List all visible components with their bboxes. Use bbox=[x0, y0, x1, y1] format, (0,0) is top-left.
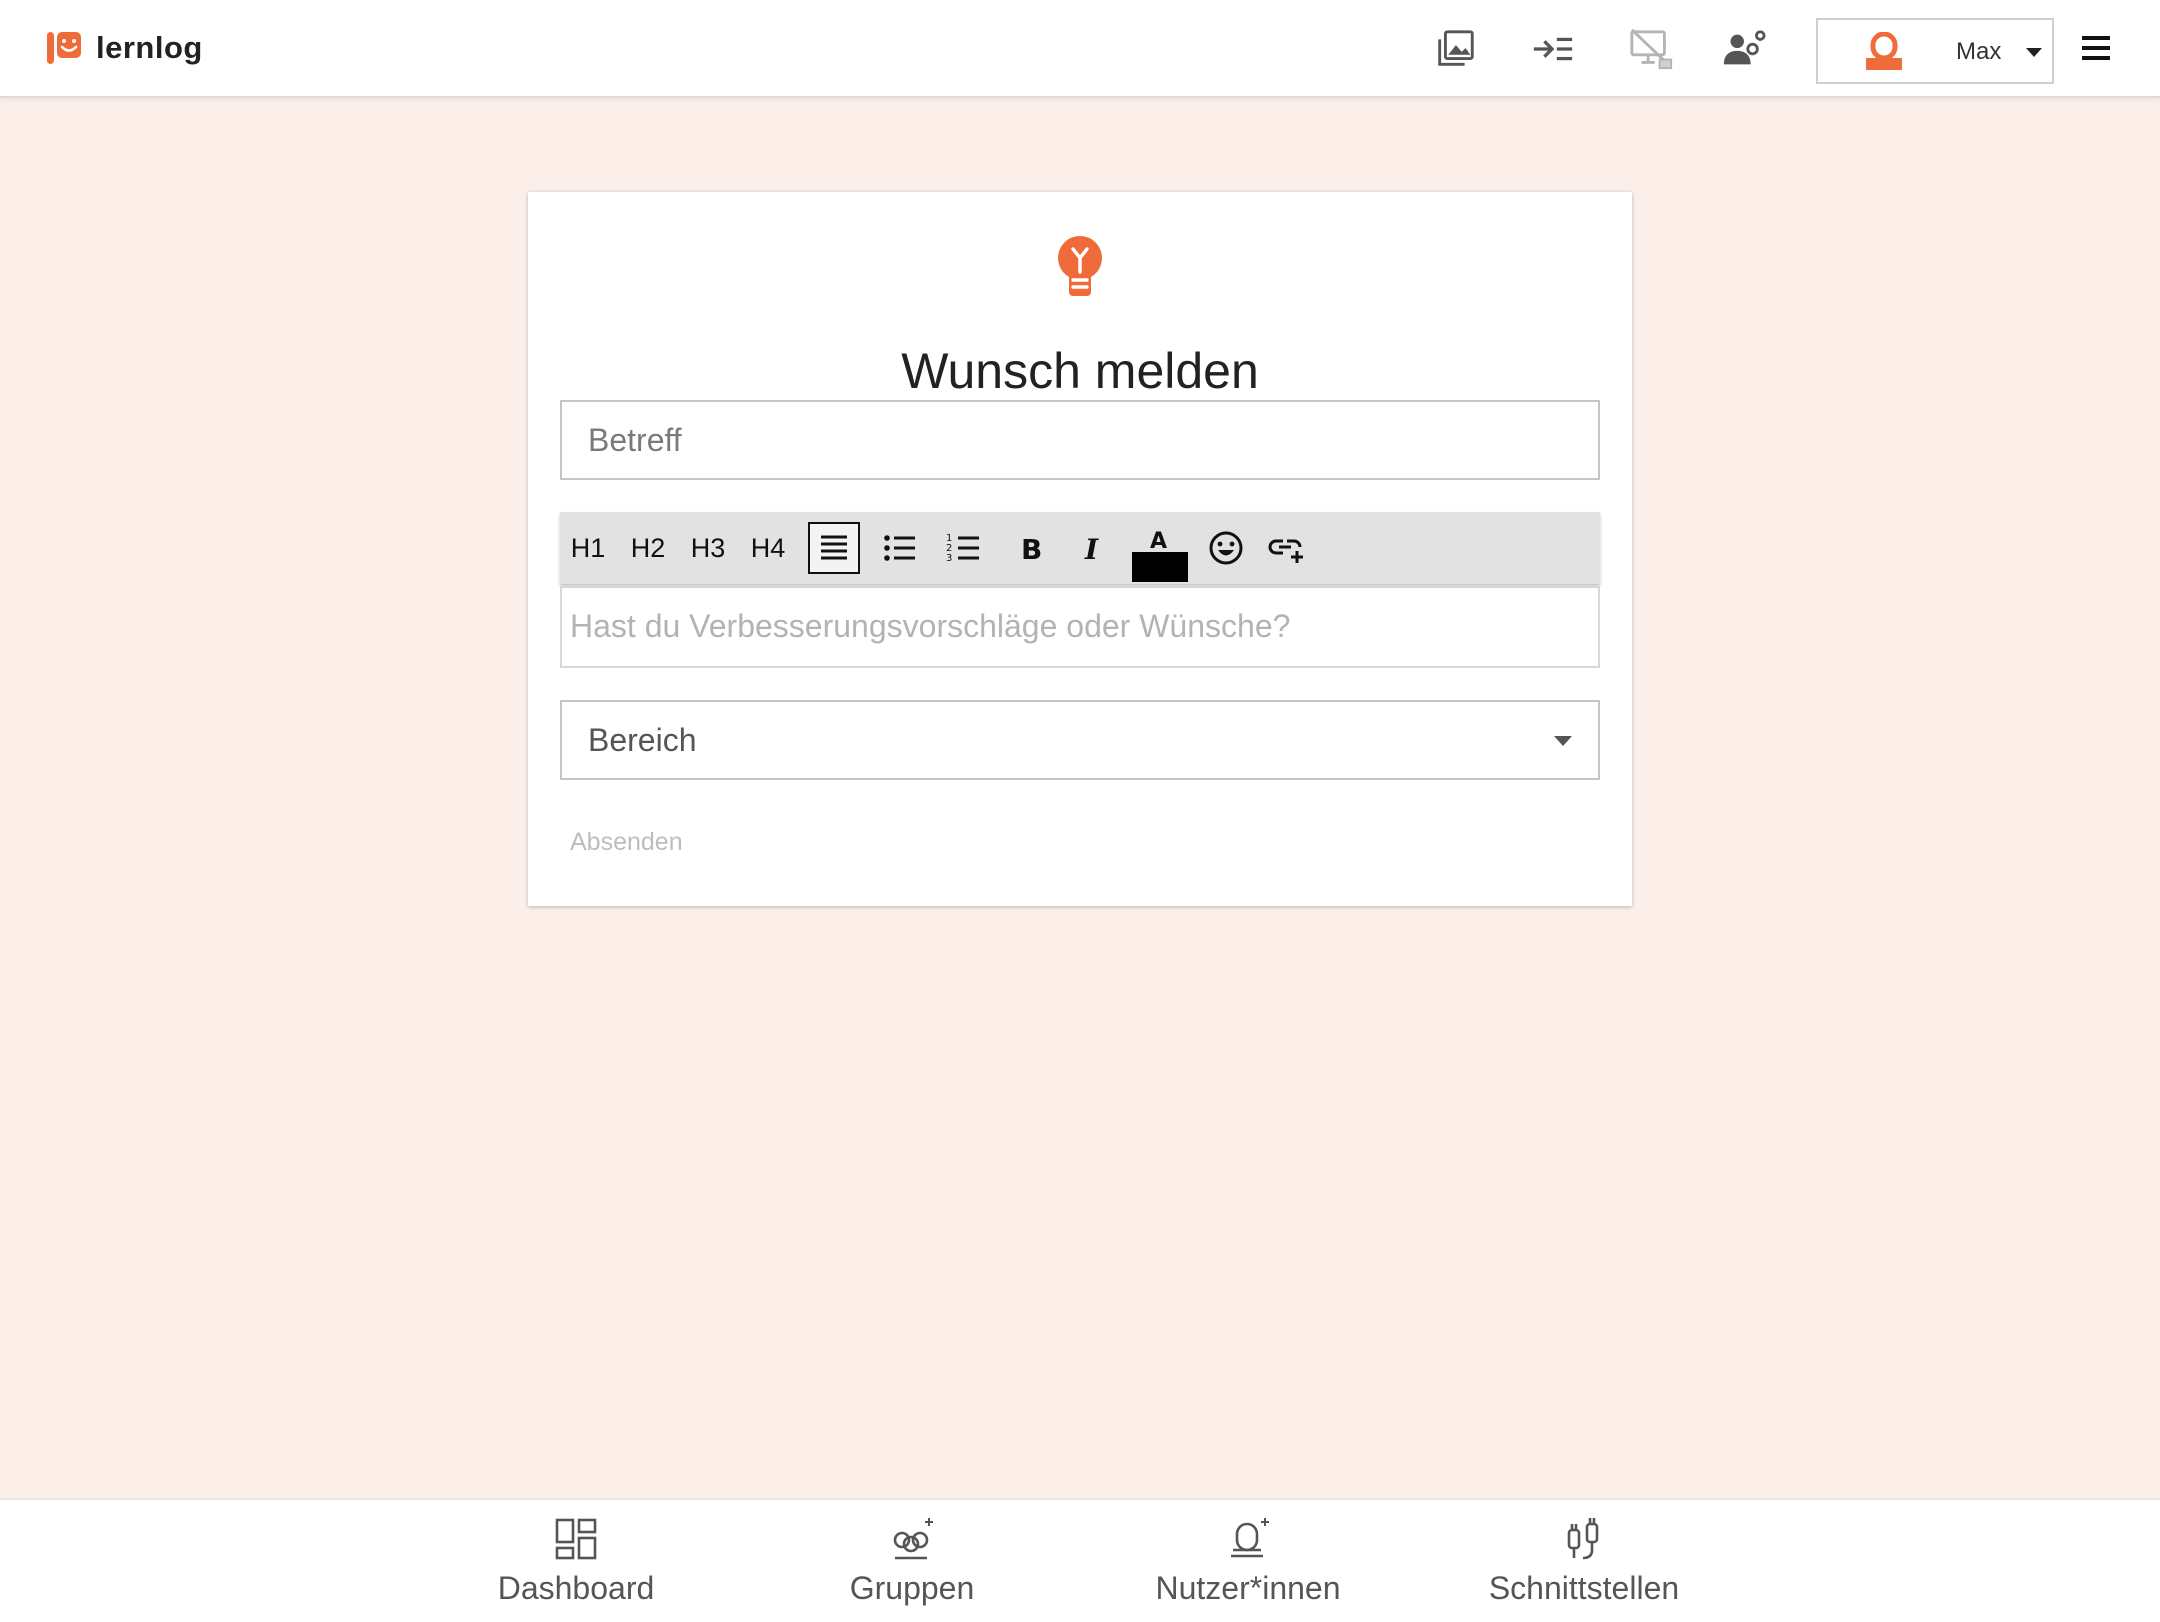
editor-placeholder: Hast du Verbesserungsvorschläge oder Wün… bbox=[570, 608, 1291, 644]
nav-label-interfaces: Schnittstellen bbox=[1488, 1570, 1680, 1606]
groups-icon bbox=[893, 1518, 933, 1560]
wish-form-card: Wunsch melden H1 H2 H3 H4 1 2 3 bbox=[528, 192, 1632, 906]
dashboard-icon bbox=[555, 1518, 597, 1560]
brand-name: lernlog bbox=[96, 30, 203, 65]
teacher-avatar-icon bbox=[1866, 32, 1902, 70]
italic-icon: I bbox=[1084, 533, 1099, 566]
nav-item-groups[interactable]: Gruppen bbox=[782, 1514, 1042, 1618]
interfaces-icon bbox=[1567, 1518, 1599, 1560]
insert-link-icon bbox=[1268, 539, 1303, 563]
message-editor[interactable]: Hast du Verbesserungsvorschläge oder Wün… bbox=[560, 586, 1600, 668]
lernlog-logo-icon bbox=[47, 32, 81, 64]
italic-button[interactable]: I bbox=[1068, 522, 1120, 574]
page-title: Wunsch melden bbox=[901, 342, 1259, 399]
paragraph-button[interactable] bbox=[808, 522, 860, 574]
chevron-down-icon bbox=[1554, 736, 1572, 746]
user-name: Max bbox=[1956, 38, 2002, 65]
nav-label-groups: Gruppen bbox=[849, 1570, 975, 1606]
bulleted-list-icon bbox=[884, 535, 915, 561]
users-icon bbox=[1231, 1518, 1269, 1558]
user-menu-dropdown[interactable]: Max bbox=[1816, 18, 2054, 84]
text-color-icon: A bbox=[1132, 529, 1188, 582]
gallery-icon[interactable] bbox=[1430, 24, 1480, 74]
paragraph-icon bbox=[821, 535, 847, 560]
numbered-list-icon: 1 2 3 bbox=[946, 533, 979, 564]
editor-toolbar: H1 H2 H3 H4 1 2 3 B I A bbox=[560, 512, 1600, 584]
bulleted-list-button[interactable] bbox=[874, 522, 926, 574]
desktop-off-icon[interactable] bbox=[1626, 24, 1676, 74]
chevron-down-icon bbox=[2026, 48, 2042, 57]
lightbulb-icon bbox=[1058, 236, 1102, 296]
nav-label-dashboard: Dashboard bbox=[497, 1570, 655, 1606]
svg-text:A: A bbox=[1150, 529, 1167, 554]
area-select-label: Bereich bbox=[588, 722, 697, 758]
nav-item-interfaces[interactable]: Schnittstellen bbox=[1454, 1514, 1714, 1618]
heading-2-button[interactable]: H2 bbox=[622, 522, 674, 574]
nav-label-users: Nutzer*innen bbox=[1155, 1570, 1341, 1606]
bold-button[interactable]: B bbox=[1004, 522, 1056, 574]
numbered-list-button[interactable]: 1 2 3 bbox=[938, 522, 990, 574]
hamburger-menu-icon[interactable] bbox=[2078, 30, 2114, 66]
submit-button[interactable]: Absenden bbox=[570, 828, 683, 857]
bottom-navigation: Dashboard Gruppen Nutzer*innen Schnittst… bbox=[0, 1498, 2160, 1622]
nav-item-dashboard[interactable]: Dashboard bbox=[446, 1514, 706, 1618]
emoji-button[interactable] bbox=[1200, 522, 1252, 574]
heading-3-button[interactable]: H3 bbox=[682, 522, 734, 574]
emoji-icon bbox=[1209, 531, 1243, 565]
heading-4-button[interactable]: H4 bbox=[742, 522, 794, 574]
svg-text:I: I bbox=[1084, 533, 1099, 566]
heading-1-button[interactable]: H1 bbox=[562, 522, 614, 574]
area-select[interactable]: Bereich bbox=[560, 700, 1600, 780]
brand[interactable]: lernlog bbox=[46, 28, 203, 68]
top-bar: lernlog Max bbox=[0, 0, 2160, 98]
user-settings-icon[interactable] bbox=[1718, 24, 1768, 74]
svg-text:B: B bbox=[1021, 533, 1042, 566]
bold-icon: B bbox=[1021, 533, 1042, 566]
svg-text:3: 3 bbox=[946, 553, 952, 564]
text-color-button[interactable]: A bbox=[1132, 526, 1188, 582]
subject-input[interactable] bbox=[560, 400, 1600, 480]
indent-icon[interactable] bbox=[1528, 24, 1578, 74]
insert-link-button[interactable] bbox=[1260, 522, 1312, 574]
nav-item-users[interactable]: Nutzer*innen bbox=[1118, 1514, 1378, 1618]
